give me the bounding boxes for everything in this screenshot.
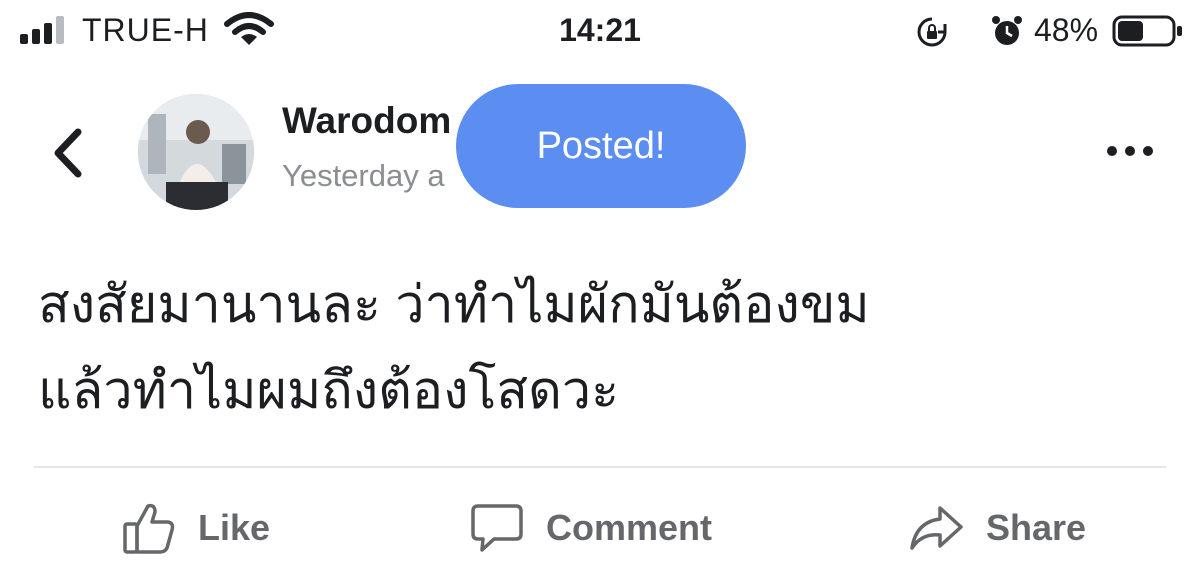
battery-icon xyxy=(1112,15,1182,47)
share-arrow-icon xyxy=(910,506,963,550)
author-name[interactable]: Warodom xyxy=(282,100,451,142)
status-bar: TRUE-H 14:21 48% xyxy=(0,0,1200,64)
posted-toast: Posted! xyxy=(456,84,746,208)
post-line: แล้วทำไมผมถึงต้องโสดวะ xyxy=(38,362,620,420)
post-text: สงสัยมานานละ ว่าทำไมผักมันต้องขม แล้วทำไ… xyxy=(38,262,1168,434)
avatar[interactable] xyxy=(138,94,254,210)
thumbs-up-icon xyxy=(123,503,175,554)
post-timestamp: Yesterday a xyxy=(282,158,445,193)
like-button[interactable]: Like xyxy=(122,496,270,560)
alarm-icon xyxy=(992,16,1022,45)
comment-label: Comment xyxy=(546,507,713,548)
comment-bubble-icon xyxy=(471,504,523,552)
more-dots-icon[interactable] xyxy=(1100,138,1160,164)
battery-percent: 48% xyxy=(1034,12,1099,48)
divider xyxy=(34,466,1166,468)
avatar-photo xyxy=(138,94,254,210)
post-line: สงสัยมานานละ ว่าทำไมผักมันต้องขม xyxy=(38,276,870,334)
rotation-lock-icon xyxy=(917,17,947,47)
share-label: Share xyxy=(986,507,1087,548)
like-label: Like xyxy=(198,507,271,548)
comment-button[interactable]: Comment xyxy=(470,496,712,560)
back-chevron-icon[interactable] xyxy=(48,126,88,180)
share-button[interactable]: Share xyxy=(908,496,1086,560)
